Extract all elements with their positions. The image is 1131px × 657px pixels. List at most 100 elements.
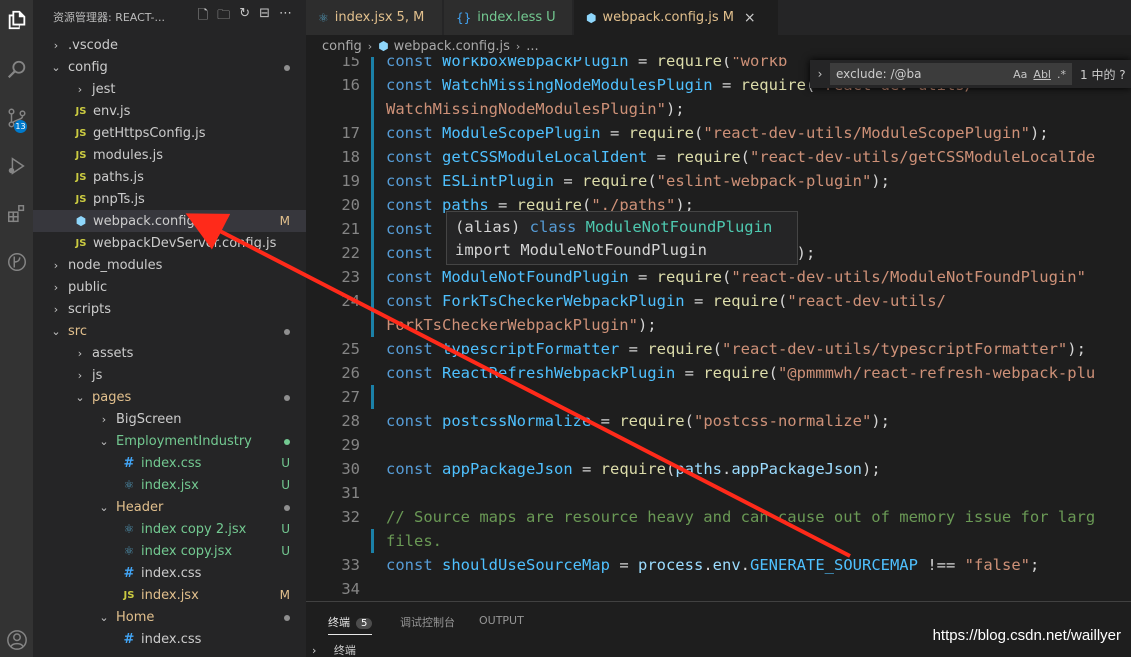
webpack-icon: ⬢ — [378, 39, 389, 53]
tree-item-label: scripts — [68, 301, 111, 317]
editor-tab[interactable]: {} index.less U — [444, 0, 573, 35]
match-whole-word-toggle[interactable]: Abl — [1033, 68, 1051, 81]
tree-item-label: assets — [92, 345, 134, 361]
code-token: = — [609, 556, 638, 574]
tree-file[interactable]: JS paths.js — [33, 166, 306, 188]
tree-file[interactable]: JS modules.js — [33, 144, 306, 166]
code-token: shouldUseSourceMap — [442, 556, 610, 574]
code-text: const ModuleNotFoundPlugin = require("re… — [386, 265, 1086, 289]
tree-file[interactable]: JS env.js — [33, 100, 306, 122]
js-file-icon: JS — [123, 589, 135, 601]
editor-tab[interactable]: ⚛ index.jsx 5, M — [306, 0, 443, 35]
tree-folder[interactable]: ⌄ Header — [33, 496, 306, 518]
explorer-title: 资源管理器: REACT-... — [53, 11, 165, 24]
code-token: const — [386, 124, 442, 142]
react-file-icon: ⚛ — [123, 478, 135, 492]
new-folder-icon[interactable]: 🗀 — [217, 6, 230, 28]
extensions-icon[interactable] — [0, 194, 33, 234]
match-case-toggle[interactable]: Aa — [1013, 68, 1027, 81]
panel-tab-debug-console[interactable]: 调试控制台 — [400, 614, 455, 630]
tree-folder[interactable]: › jest — [33, 78, 306, 100]
tree-folder[interactable]: ⌄ src — [33, 320, 306, 342]
tree-file[interactable]: ⚛ index.jsx U — [33, 474, 306, 496]
run-debug-icon[interactable] — [0, 146, 33, 186]
breadcrumb-tail[interactable]: ... — [526, 39, 538, 54]
explorer-icon[interactable] — [0, 0, 33, 40]
tree-folder[interactable]: ⌄ Home — [33, 606, 306, 628]
panel-tab-terminal[interactable]: 终端 5 — [328, 614, 373, 635]
code-token: = — [553, 172, 582, 190]
tree-item-label: index.jsx — [141, 477, 199, 493]
line-number: 16 — [341, 76, 360, 94]
panel-tab-output[interactable]: OUTPUT — [479, 614, 524, 627]
tree-file[interactable]: JS pnpTs.js — [33, 188, 306, 210]
code-token: "eslint-webpack-plugin" — [656, 172, 872, 190]
tree-file[interactable]: JS index.jsx M — [33, 584, 306, 606]
breadcrumb-separator-icon: › — [515, 39, 521, 53]
code-token: = — [675, 364, 704, 382]
find-input[interactable]: exclude: /@ba Aa Abl .* — [830, 63, 1072, 85]
new-file-icon[interactable]: 🗋 — [198, 6, 208, 28]
tree-folder[interactable]: ⌄ config — [33, 56, 306, 78]
tree-folder[interactable]: › public — [33, 276, 306, 298]
git-graph-icon[interactable] — [0, 242, 33, 282]
chevron-right-icon: › — [77, 82, 83, 96]
source-control-icon[interactable]: 13 — [0, 98, 33, 138]
tree-item-label: index copy 2.jsx — [141, 521, 247, 537]
more-actions-icon[interactable]: ⋯ — [279, 6, 292, 28]
code-token: require — [703, 364, 769, 382]
tree-folder[interactable]: › .vscode — [33, 34, 306, 56]
tree-folder[interactable]: ⌄ EmploymentIndustry — [33, 430, 306, 452]
code-token: "react-dev-utils/ModuleScopePlugin" — [703, 124, 1030, 142]
breadcrumb-folder[interactable]: config — [322, 39, 362, 54]
tab-label: index.less — [477, 10, 543, 25]
use-regex-toggle[interactable]: .* — [1057, 68, 1066, 81]
code-token: const — [386, 244, 442, 262]
line-number: 28 — [341, 412, 360, 430]
hover-token: (alias) — [455, 218, 530, 236]
breadcrumb-file[interactable]: webpack.config.js — [394, 39, 510, 54]
tree-folder[interactable]: › assets — [33, 342, 306, 364]
tree-folder[interactable]: › scripts — [33, 298, 306, 320]
tree-file[interactable]: ⬢ webpack.config.js M — [33, 210, 306, 232]
code-token: ( — [777, 292, 788, 310]
webpack-icon: ⬢ — [75, 214, 87, 228]
code-token: = — [647, 148, 676, 166]
refresh-icon[interactable]: ↻ — [239, 6, 250, 28]
chevron-right-icon: › — [77, 368, 83, 382]
tab-label: index.jsx — [334, 10, 393, 25]
tree-file[interactable]: ⚛ index copy 2.jsx U — [33, 518, 306, 540]
terminal-section[interactable]: › 终端 — [312, 642, 356, 657]
account-icon[interactable] — [0, 620, 33, 657]
tree-file[interactable]: # index.css — [33, 628, 306, 650]
collapse-all-icon[interactable]: ⊟ — [259, 6, 270, 28]
toggle-replace-icon[interactable]: › — [810, 67, 830, 81]
tree-item-label: index copy.jsx — [141, 543, 233, 559]
code-token: ); — [871, 412, 890, 430]
tree-file[interactable]: JS webpackDevServer.config.js — [33, 232, 306, 254]
tree-file[interactable]: ⚛ index copy.jsx U — [33, 540, 306, 562]
tree-folder[interactable]: › BigScreen — [33, 408, 306, 430]
line-number: 15 — [341, 57, 360, 70]
tree-file[interactable]: JS getHttpsConfig.js — [33, 122, 306, 144]
tree-file[interactable]: # index.css — [33, 562, 306, 584]
search-icon[interactable] — [0, 50, 33, 90]
chevron-right-icon: › — [53, 302, 59, 316]
git-status-dot — [284, 390, 290, 404]
tree-item-label: webpackDevServer.config.js — [93, 235, 277, 251]
code-editor[interactable]: 15 const WorkboxWebpackPlugin = require("… — [306, 57, 1131, 601]
webpack-icon: ⬢ — [586, 10, 597, 25]
code-token: require — [675, 148, 741, 166]
code-token: require — [740, 76, 806, 94]
tree-folder[interactable]: ⌄ pages — [33, 386, 306, 408]
code-token: ( — [768, 364, 778, 382]
tree-file[interactable]: # index.css U — [33, 452, 306, 474]
tree-folder[interactable]: › node_modules — [33, 254, 306, 276]
tree-folder[interactable]: › js — [33, 364, 306, 386]
code-token: WatchMissingNodeModulesPlugin" — [386, 100, 666, 118]
code-token: "react-dev-utils/ModuleNotFoundPlugin" — [731, 268, 1086, 286]
code-token: ReactRefreshWebpackPlugin — [442, 364, 676, 382]
code-text: const WorkboxWebpackPlugin = require("wo… — [386, 57, 787, 73]
close-icon[interactable]: × — [744, 10, 756, 26]
editor-tab[interactable]: ⬢ webpack.config.js M × — [574, 0, 779, 35]
